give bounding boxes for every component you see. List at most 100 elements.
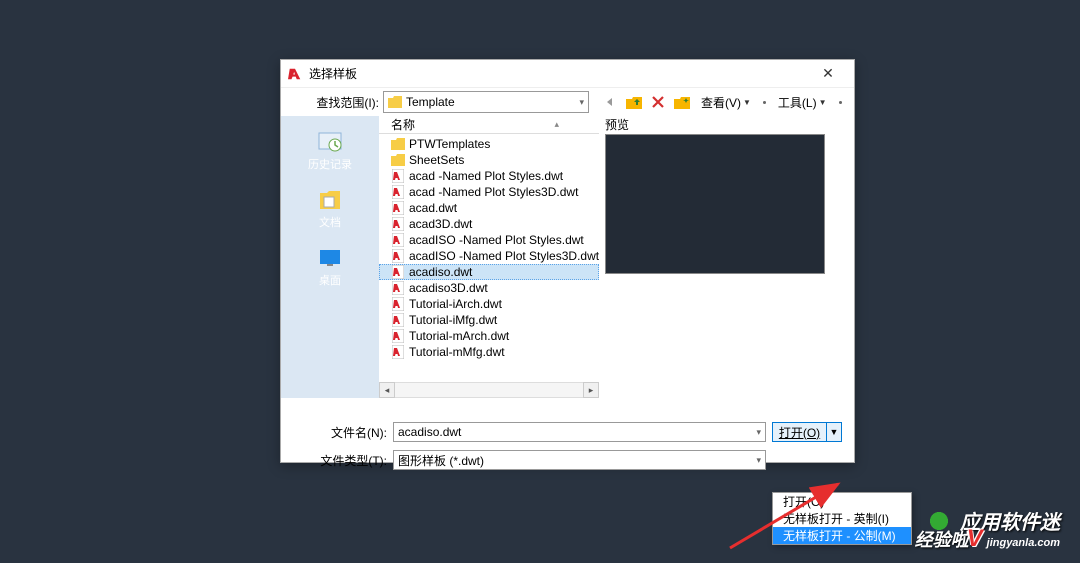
watermark-url: jingyanla.com bbox=[987, 537, 1060, 549]
watermark-site: 经验啦 V jingyanla.com bbox=[915, 525, 1060, 553]
dwt-file-icon bbox=[391, 265, 405, 279]
scroll-left-button[interactable]: ◂ bbox=[379, 382, 395, 398]
back-button[interactable] bbox=[601, 93, 619, 111]
file-name: Tutorial-iMfg.dwt bbox=[409, 313, 497, 327]
file-name: acad -Named Plot Styles3D.dwt bbox=[409, 185, 578, 199]
documents-icon bbox=[316, 188, 344, 212]
sidebar-item-documents[interactable]: 文档 bbox=[312, 184, 348, 234]
dwt-file-icon bbox=[391, 169, 405, 183]
look-in-label: 查找范围(I): bbox=[289, 94, 379, 111]
file-row[interactable]: acadISO -Named Plot Styles3D.dwt bbox=[379, 248, 599, 264]
file-name: acadISO -Named Plot Styles.dwt bbox=[409, 233, 584, 247]
folder-icon bbox=[388, 96, 402, 108]
file-row[interactable]: SheetSets bbox=[379, 152, 599, 168]
dwt-file-icon bbox=[391, 313, 405, 327]
file-name: acad -Named Plot Styles.dwt bbox=[409, 169, 563, 183]
preview-panel: 预览 bbox=[599, 116, 854, 398]
preview-canvas bbox=[605, 134, 825, 274]
preview-label: 预览 bbox=[605, 116, 844, 134]
new-folder-button[interactable] bbox=[673, 93, 691, 111]
look-in-value: Template bbox=[406, 95, 579, 109]
chevron-down-icon: ▼ bbox=[819, 98, 827, 107]
toolbar: 查找范围(I): Template ▾ 查看(V)▼ 工具(L)▼ bbox=[281, 88, 854, 116]
separator bbox=[763, 101, 766, 104]
sidebar-item-label: 历史记录 bbox=[308, 156, 352, 172]
file-name: Tutorial-iArch.dwt bbox=[409, 297, 502, 311]
open-dropdown-arrow[interactable]: ▼ bbox=[827, 427, 841, 437]
filename-label: 文件名(N): bbox=[293, 424, 387, 441]
menu-item[interactable]: 无样板打开 - 英制(I) bbox=[773, 510, 911, 527]
file-row[interactable]: Tutorial-iArch.dwt bbox=[379, 296, 599, 312]
dwt-file-icon bbox=[391, 281, 405, 295]
file-list[interactable]: PTWTemplates SheetSets acad -Named Plot St… bbox=[379, 134, 599, 382]
horizontal-scrollbar[interactable]: ◂ ▸ bbox=[379, 382, 599, 398]
view-button[interactable]: 查看(V)▼ bbox=[697, 94, 755, 111]
filetype-label: 文件类型(T): bbox=[293, 452, 387, 469]
file-row[interactable]: Tutorial-iMfg.dwt bbox=[379, 312, 599, 328]
bottom-form: 文件名(N): acadiso.dwt ▾ 打开(O) ▼ 文件类型(T): 图… bbox=[281, 398, 854, 486]
watermark-brand: 经验啦 bbox=[915, 526, 969, 552]
file-row[interactable]: acad -Named Plot Styles.dwt bbox=[379, 168, 599, 184]
list-header[interactable]: 名称 ▴ bbox=[379, 116, 599, 134]
places-sidebar: 历史记录 文档 桌面 bbox=[281, 116, 379, 398]
history-icon bbox=[316, 130, 344, 154]
dwt-file-icon bbox=[391, 345, 405, 359]
chevron-down-icon: ▾ bbox=[756, 427, 761, 438]
sidebar-item-label: 文档 bbox=[319, 214, 341, 230]
dwt-file-icon bbox=[391, 329, 405, 343]
file-name: acadiso.dwt bbox=[409, 265, 472, 279]
file-name: PTWTemplates bbox=[409, 137, 490, 151]
open-mode-menu[interactable]: 打开(O)无样板打开 - 英制(I)无样板打开 - 公制(M) bbox=[772, 492, 912, 545]
file-row[interactable]: Tutorial-mMfg.dwt bbox=[379, 344, 599, 360]
sidebar-item-label: 桌面 bbox=[319, 272, 341, 288]
dialog-body: 历史记录 文档 桌面 名称 ▴ PTWTemplates SheetSets aca… bbox=[281, 116, 854, 398]
file-name: SheetSets bbox=[409, 153, 464, 167]
file-list-panel: 名称 ▴ PTWTemplates SheetSets acad -Named Pl… bbox=[379, 116, 599, 398]
dwt-file-icon bbox=[391, 233, 405, 247]
filename-value: acadiso.dwt bbox=[398, 425, 756, 439]
file-row[interactable]: acad -Named Plot Styles3D.dwt bbox=[379, 184, 599, 200]
dwt-file-icon bbox=[391, 297, 405, 311]
chevron-down-icon: ▼ bbox=[743, 98, 751, 107]
look-in-select[interactable]: Template ▾ bbox=[383, 91, 589, 113]
file-name: acadISO -Named Plot Styles3D.dwt bbox=[409, 249, 599, 263]
sort-indicator-icon: ▴ bbox=[554, 119, 559, 130]
column-name: 名称 bbox=[391, 116, 554, 133]
separator bbox=[839, 101, 842, 104]
filename-input[interactable]: acadiso.dwt ▾ bbox=[393, 422, 766, 442]
file-row[interactable]: acadiso.dwt bbox=[379, 264, 599, 280]
dwt-file-icon bbox=[391, 185, 405, 199]
folder-icon bbox=[391, 153, 405, 167]
file-row[interactable]: acadISO -Named Plot Styles.dwt bbox=[379, 232, 599, 248]
file-name: acad3D.dwt bbox=[409, 217, 472, 231]
dialog-title: 选择样板 bbox=[309, 65, 357, 82]
file-name: Tutorial-mArch.dwt bbox=[409, 329, 509, 343]
file-row[interactable]: acad.dwt bbox=[379, 200, 599, 216]
open-button[interactable]: 打开(O) ▼ bbox=[772, 422, 842, 442]
sidebar-item-history[interactable]: 历史记录 bbox=[304, 126, 356, 176]
file-row[interactable]: PTWTemplates bbox=[379, 136, 599, 152]
dwt-file-icon bbox=[391, 249, 405, 263]
file-row[interactable]: acad3D.dwt bbox=[379, 216, 599, 232]
file-row[interactable]: Tutorial-mArch.dwt bbox=[379, 328, 599, 344]
file-row[interactable]: acadiso3D.dwt bbox=[379, 280, 599, 296]
menu-item[interactable]: 打开(O) bbox=[773, 493, 911, 510]
file-name: acadiso3D.dwt bbox=[409, 281, 488, 295]
watermark-v-icon: V bbox=[967, 525, 983, 553]
dwt-file-icon bbox=[391, 217, 405, 231]
chevron-down-icon: ▾ bbox=[579, 97, 584, 108]
filetype-value: 图形样板 (*.dwt) bbox=[398, 452, 756, 469]
folder-icon bbox=[391, 137, 405, 151]
sidebar-item-desktop[interactable]: 桌面 bbox=[312, 242, 348, 292]
desktop-icon bbox=[316, 246, 344, 270]
tools-button[interactable]: 工具(L)▼ bbox=[774, 94, 831, 111]
scroll-track[interactable] bbox=[395, 382, 583, 398]
menu-item[interactable]: 无样板打开 - 公制(M) bbox=[773, 527, 911, 544]
delete-button[interactable] bbox=[649, 93, 667, 111]
close-button[interactable]: ✕ bbox=[808, 65, 848, 82]
up-button[interactable] bbox=[625, 93, 643, 111]
filetype-select[interactable]: 图形样板 (*.dwt) ▾ bbox=[393, 450, 766, 470]
select-template-dialog: 选择样板 ✕ 查找范围(I): Template ▾ 查看(V)▼ 工具(L)▼… bbox=[280, 59, 855, 463]
scroll-right-button[interactable]: ▸ bbox=[583, 382, 599, 398]
file-name: acad.dwt bbox=[409, 201, 457, 215]
